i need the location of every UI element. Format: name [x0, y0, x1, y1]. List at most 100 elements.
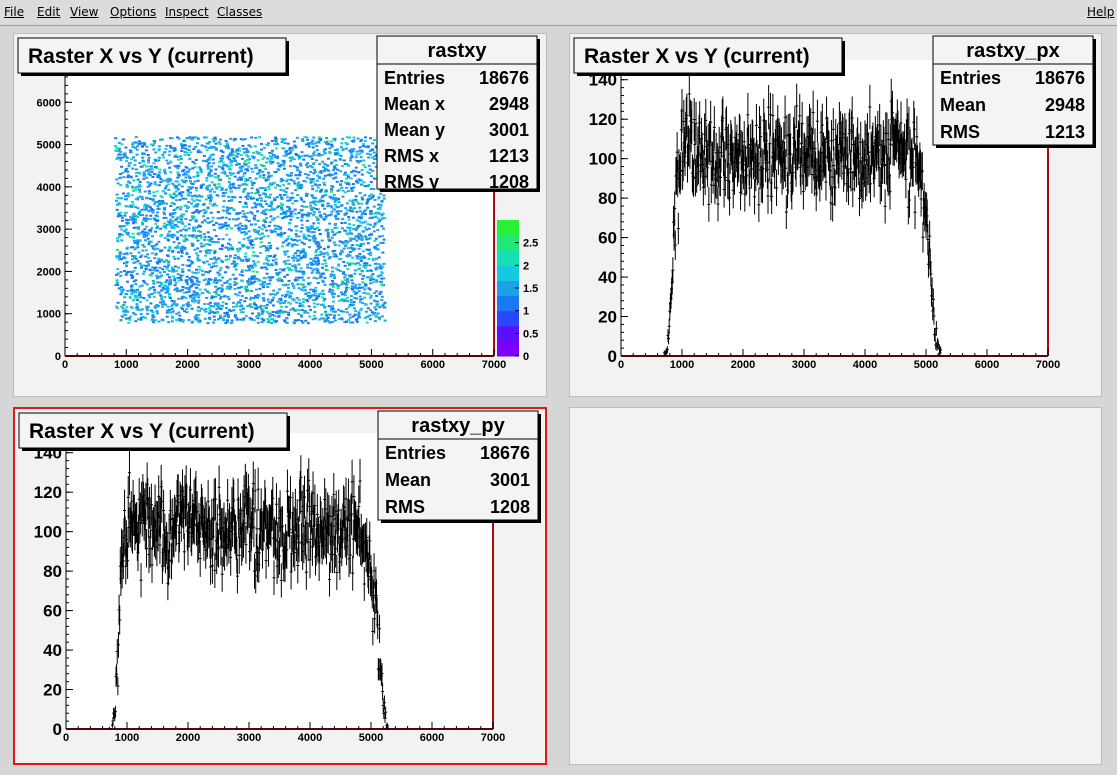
- heatmap-cell: [247, 258, 250, 260]
- heatmap-cell: [263, 277, 266, 279]
- heatmap-cell: [126, 176, 129, 178]
- heatmap-cell: [226, 142, 229, 144]
- heatmap-cell: [177, 159, 180, 161]
- heatmap-cell: [278, 288, 281, 290]
- heatmap-cell: [212, 217, 215, 219]
- heatmap-cell: [343, 174, 346, 176]
- heatmap-cell: [356, 160, 359, 162]
- heatmap-cell: [223, 200, 226, 202]
- heatmap-cell: [158, 157, 161, 159]
- heatmap-cell: [126, 186, 129, 188]
- heatmap-cell: [145, 146, 148, 148]
- heatmap-cell: [321, 240, 324, 242]
- heatmap-cell: [193, 292, 196, 294]
- heatmap-cell: [320, 253, 323, 255]
- heatmap-cell: [317, 187, 320, 189]
- menu-inspect[interactable]: Inspect: [165, 5, 209, 19]
- heatmap-cell: [323, 248, 326, 250]
- heatmap-cell: [376, 301, 379, 303]
- heatmap-cell: [205, 297, 208, 299]
- heatmap-cell: [349, 240, 352, 242]
- heatmap-cell: [344, 207, 347, 209]
- heatmap-cell: [288, 263, 291, 265]
- heatmap-cell: [372, 226, 375, 228]
- heatmap-cell: [276, 234, 279, 236]
- heatmap-cell: [116, 204, 119, 206]
- heatmap-cell: [117, 154, 120, 156]
- menu-help[interactable]: Help: [1087, 5, 1114, 19]
- heatmap-cell: [234, 176, 237, 178]
- heatmap-cell: [352, 170, 355, 172]
- heatmap-cell: [276, 225, 279, 227]
- heatmap-cell: [219, 179, 222, 181]
- heatmap-cell: [181, 271, 184, 273]
- heatmap-cell: [177, 172, 180, 174]
- heatmap-cell: [236, 155, 239, 157]
- heatmap-cell: [130, 219, 133, 221]
- y-tick-label: 3000: [37, 224, 61, 236]
- heatmap-cell: [253, 230, 256, 232]
- heatmap-cell: [356, 244, 359, 246]
- heatmap-cell: [233, 260, 236, 262]
- heatmap-cell: [239, 185, 242, 187]
- heatmap-cell: [252, 260, 255, 262]
- heatmap-cell: [159, 228, 162, 230]
- menu-classes[interactable]: Classes: [217, 5, 262, 19]
- heatmap-cell: [209, 305, 212, 307]
- heatmap-cell: [264, 168, 267, 170]
- heatmap-cell: [185, 308, 188, 310]
- heatmap-cell: [132, 215, 135, 217]
- heatmap-cell: [340, 250, 343, 252]
- heatmap-cell: [169, 205, 172, 207]
- pad-2d-histogram[interactable]: 0100020003000400050006000700001000200030…: [13, 33, 547, 397]
- z-tick-label: 1: [523, 306, 529, 318]
- heatmap-cell: [166, 288, 169, 290]
- heatmap-cell: [121, 217, 124, 219]
- heatmap-cell: [309, 282, 312, 284]
- heatmap-cell: [337, 287, 340, 289]
- menu-file[interactable]: File: [4, 5, 24, 19]
- heatmap-cell: [172, 256, 175, 258]
- heatmap-cell: [244, 253, 247, 255]
- heatmap-cell: [134, 283, 137, 285]
- heatmap-cell: [371, 149, 374, 151]
- heatmap-cell: [275, 320, 278, 322]
- heatmap-cell: [178, 279, 181, 281]
- pad-y-projection[interactable]: 0100020003000400050006000700002040608010…: [13, 407, 547, 765]
- heatmap-cell: [318, 211, 321, 213]
- heatmap-cell: [192, 200, 195, 202]
- heatmap-cell: [135, 303, 138, 305]
- heatmap-cell: [358, 248, 361, 250]
- heatmap-cell: [196, 309, 199, 311]
- heatmap-cell: [132, 179, 135, 181]
- heatmap-cell: [134, 313, 137, 315]
- heatmap-cell: [329, 175, 332, 177]
- heatmap-cell: [341, 138, 344, 140]
- heatmap-cell: [178, 138, 181, 140]
- heatmap-cell: [317, 282, 320, 284]
- heatmap-cell: [161, 268, 164, 270]
- heatmap-cell: [153, 142, 156, 144]
- pad-x-projection[interactable]: 0100020003000400050006000700002040608010…: [569, 33, 1102, 397]
- heatmap-cell: [375, 238, 378, 240]
- menu-edit[interactable]: Edit: [37, 5, 60, 19]
- heatmap-cell: [154, 159, 157, 161]
- heatmap-cell: [260, 200, 263, 202]
- heatmap-cell: [210, 279, 213, 281]
- heatmap-cell: [229, 191, 232, 193]
- heatmap-cell: [295, 270, 298, 272]
- heatmap-cell: [352, 202, 355, 204]
- heatmap-cell: [208, 307, 211, 309]
- heatmap-cell: [375, 279, 378, 281]
- heatmap-cell: [238, 287, 241, 289]
- heatmap-cell: [208, 264, 211, 266]
- heatmap-cell: [197, 180, 200, 182]
- heatmap-cell: [346, 311, 349, 313]
- heatmap-cell: [254, 223, 257, 225]
- menu-options[interactable]: Options: [110, 5, 156, 19]
- heatmap-cell: [168, 293, 171, 295]
- heatmap-cell: [259, 197, 262, 199]
- menu-view[interactable]: View: [70, 5, 98, 19]
- heatmap-cell: [150, 208, 153, 210]
- heatmap-cell: [273, 199, 276, 201]
